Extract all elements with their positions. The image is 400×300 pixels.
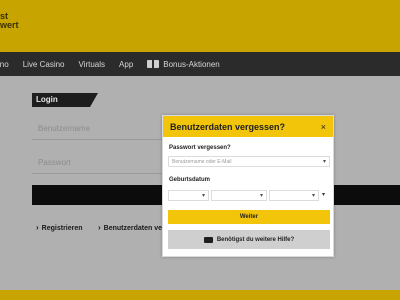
nav-item-bonus-aktionen[interactable]: Bonus-Aktionen xyxy=(147,59,220,69)
birth-day-select[interactable]: ▾ xyxy=(168,190,209,201)
login-tab[interactable]: Login xyxy=(32,93,98,107)
username-email-placeholder: Benutzername oder E-Mail xyxy=(172,159,232,165)
forgot-data-link-label: Benutzerdaten ver xyxy=(103,225,165,232)
register-link-label: Registrieren xyxy=(41,225,83,232)
logo-line-2: wert xyxy=(0,20,19,30)
footer-strip xyxy=(0,290,400,300)
password-forgot-label: Passwort vergessen? xyxy=(169,145,231,151)
nav-item-casino[interactable]: ino xyxy=(0,60,9,69)
chevron-right-icon: › xyxy=(36,223,39,232)
site-header: st wert xyxy=(0,0,400,52)
birth-year-select[interactable]: ▾ xyxy=(269,190,319,201)
nav-item-app[interactable]: App xyxy=(119,60,133,69)
nav-item-virtuals[interactable]: Virtuals xyxy=(79,60,106,69)
nav-item-live-casino[interactable]: Live Casino xyxy=(23,60,65,69)
forgot-data-modal: Benutzerdaten vergessen? × Passwort verg… xyxy=(162,115,334,257)
continue-button[interactable]: Weiter xyxy=(168,210,330,224)
chevron-down-icon: ▾ xyxy=(201,193,205,199)
chevron-down-icon: ▾ xyxy=(322,192,326,198)
help-button-label: Benötigst du weitere Hilfe? xyxy=(216,236,295,243)
username-email-select[interactable]: Benutzername oder E-Mail ▾ xyxy=(168,156,330,167)
gift-icon xyxy=(147,60,160,68)
birth-month-select[interactable]: ▾ xyxy=(211,190,267,201)
forgot-data-link[interactable]: › Benutzerdaten ver xyxy=(98,223,165,232)
chevron-down-icon: ▾ xyxy=(311,193,315,199)
chevron-down-icon: ▾ xyxy=(322,159,326,165)
modal-header: Benutzerdaten vergessen? × xyxy=(163,116,333,137)
continue-button-label: Weiter xyxy=(239,214,259,220)
help-button[interactable]: Benötigst du weitere Hilfe? xyxy=(168,230,330,249)
birthdate-label: Geburtsdatum xyxy=(169,177,211,183)
chevron-down-icon: ▾ xyxy=(259,193,263,199)
main-nav: ino Live Casino Virtuals App Bonus-Aktio… xyxy=(0,52,400,76)
modal-title: Benutzerdaten vergessen? xyxy=(170,121,286,132)
close-icon[interactable]: × xyxy=(321,122,326,132)
nav-item-bonus-label: Bonus-Aktionen xyxy=(163,59,220,69)
username-input[interactable]: Benutzername xyxy=(38,124,90,133)
register-link[interactable]: › Registrieren xyxy=(36,223,83,232)
password-input[interactable]: Passwort xyxy=(38,158,71,167)
mail-icon xyxy=(203,236,213,243)
chevron-right-icon: › xyxy=(98,223,101,232)
logo[interactable]: st wert xyxy=(0,12,19,30)
